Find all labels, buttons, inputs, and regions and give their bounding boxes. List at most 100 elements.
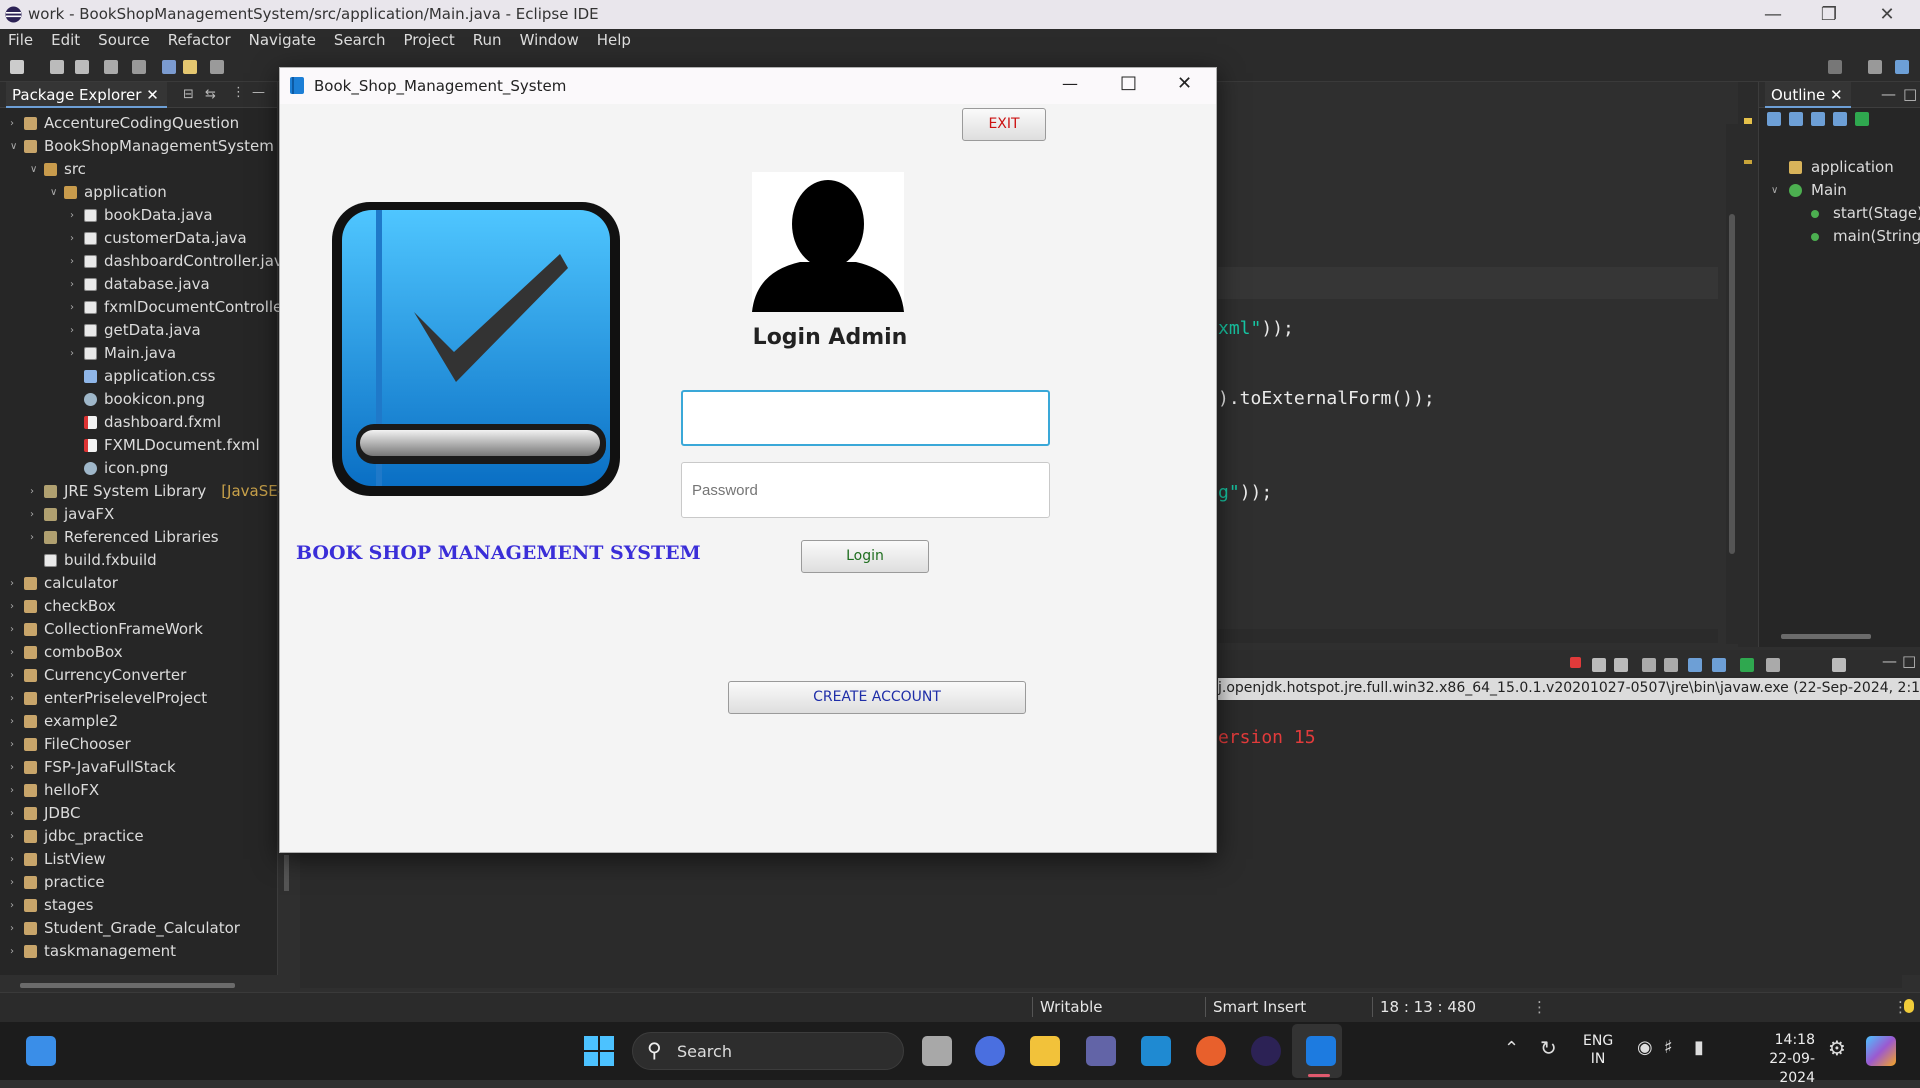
open-perspective-icon[interactable]	[1868, 60, 1882, 74]
show-stderr-icon[interactable]	[1712, 658, 1726, 672]
tree-item[interactable]: ∨ BookShopManagementSystem	[0, 135, 278, 158]
tree-item[interactable]: build.fxbuild	[0, 549, 278, 572]
tree-item[interactable]: › calculator	[0, 572, 278, 595]
tree-item[interactable]: › javaFX	[0, 503, 278, 526]
console-output-area[interactable]	[300, 850, 1218, 975]
volume-icon[interactable]: ♯	[1664, 1037, 1673, 1058]
horizontal-scrollbar[interactable]	[1781, 634, 1871, 639]
display-console-icon[interactable]	[1766, 658, 1780, 672]
tree-item[interactable]: bookicon.png	[0, 388, 278, 411]
minimize-view-icon[interactable]: —	[252, 85, 265, 100]
tree-item[interactable]: › CollectionFrameWork	[0, 618, 278, 641]
notification-icon[interactable]: ⚙	[1828, 1036, 1846, 1060]
restore-button[interactable]: ❐	[1800, 0, 1858, 29]
outline-item[interactable]: start(Stage) :	[1759, 202, 1920, 225]
tree-item[interactable]: › bookData.java	[0, 204, 278, 227]
username-input[interactable]	[681, 390, 1050, 446]
chevron-right-icon[interactable]: ›	[10, 618, 14, 641]
chevron-right-icon[interactable]: ›	[10, 802, 14, 825]
menu-project[interactable]: Project	[395, 29, 464, 52]
menu-file[interactable]: File	[0, 29, 43, 52]
chevron-right-icon[interactable]: ›	[70, 319, 74, 342]
open-console-icon[interactable]	[1832, 658, 1846, 672]
menu-navigate[interactable]: Navigate	[241, 29, 326, 52]
chevron-right-icon[interactable]: ›	[10, 756, 14, 779]
tree-item[interactable]: › taskmanagement	[0, 940, 278, 963]
chevron-down-icon[interactable]: ∨	[10, 135, 17, 158]
hide-static-icon[interactable]	[1833, 112, 1847, 126]
tree-item[interactable]: › stages	[0, 894, 278, 917]
chevron-right-icon[interactable]: ›	[30, 526, 34, 549]
build-icon[interactable]	[132, 60, 146, 74]
view-menu-icon[interactable]: ⋮	[232, 85, 245, 100]
outline-item[interactable]: application	[1759, 156, 1920, 179]
chevron-right-icon[interactable]: ›	[70, 227, 74, 250]
outline-item[interactable]: ∨ Main	[1759, 179, 1920, 202]
pin-console-icon[interactable]	[1740, 658, 1754, 672]
network-icon[interactable]: ◉	[1637, 1037, 1653, 1058]
hide-nonpublic-icon[interactable]	[1855, 112, 1869, 126]
chevron-right-icon[interactable]: ›	[10, 641, 14, 664]
menu-refactor[interactable]: Refactor	[160, 29, 241, 52]
tree-item[interactable]: ∨ src	[0, 158, 278, 181]
minimize-view-icon[interactable]: —	[1882, 652, 1897, 670]
save-icon[interactable]	[50, 60, 64, 74]
tab-package-explorer[interactable]: Package Explorer ✕	[6, 82, 167, 108]
menu-window[interactable]: Window	[512, 29, 589, 52]
tree-item[interactable]: › getData.java	[0, 319, 278, 342]
console-vertical-scrollbar[interactable]	[1904, 702, 1920, 972]
dialog-maximize-button[interactable]: □	[1120, 72, 1137, 93]
remove-all-icon[interactable]	[1614, 658, 1628, 672]
chevron-down-icon[interactable]: ∨	[30, 158, 37, 181]
scroll-thumb[interactable]	[1729, 214, 1735, 554]
toggle-mark-icon[interactable]	[162, 60, 176, 74]
file-explorer-icon[interactable]	[1030, 1036, 1060, 1066]
chevron-right-icon[interactable]: ›	[70, 250, 74, 273]
dialog-minimize-button[interactable]: —	[1062, 74, 1078, 93]
collapse-all-icon[interactable]: ⊟	[183, 87, 194, 102]
chevron-right-icon[interactable]: ›	[10, 112, 14, 135]
chevron-right-icon[interactable]: ›	[10, 825, 14, 848]
maximize-view-icon[interactable]: □	[1902, 652, 1916, 670]
tree-item[interactable]: › example2	[0, 710, 278, 733]
menu-edit[interactable]: Edit	[43, 29, 90, 52]
tree-item[interactable]: ∨ application	[0, 181, 278, 204]
chevron-right-icon[interactable]: ›	[10, 687, 14, 710]
password-input[interactable]	[681, 462, 1050, 518]
sort-icon[interactable]	[1789, 112, 1803, 126]
horizontal-scrollbar[interactable]	[20, 983, 235, 988]
tree-item[interactable]: › fxmlDocumentController.j	[0, 296, 296, 319]
tree-item[interactable]: › Referenced Libraries	[0, 526, 278, 549]
tree-item[interactable]: › jdbc_practice	[0, 825, 278, 848]
copilot-icon[interactable]	[975, 1036, 1005, 1066]
tree-item[interactable]: application.css	[0, 365, 278, 388]
remove-launch-icon[interactable]	[1592, 658, 1606, 672]
teams-icon[interactable]	[1086, 1036, 1116, 1066]
tree-item[interactable]: › Main.java	[0, 342, 278, 365]
chevron-right-icon[interactable]: ›	[70, 296, 74, 319]
scroll-lock-icon[interactable]	[1642, 658, 1656, 672]
chevron-right-icon[interactable]: ›	[70, 204, 74, 227]
collapse-all-icon[interactable]	[1767, 112, 1781, 126]
minimize-view-icon[interactable]: —	[1881, 85, 1896, 103]
java-perspective-icon[interactable]	[1895, 60, 1909, 74]
javafx-app-icon[interactable]	[1306, 1036, 1336, 1066]
close-button[interactable]: ✕	[1858, 0, 1916, 29]
eclipse-taskbar-icon[interactable]	[1251, 1036, 1281, 1066]
menu-source[interactable]: Source	[90, 29, 160, 52]
exit-button[interactable]: EXIT	[962, 108, 1046, 141]
dialog-close-button[interactable]: ✕	[1177, 73, 1192, 94]
chevron-right-icon[interactable]: ›	[10, 848, 14, 871]
chevron-right-icon[interactable]: ›	[10, 940, 14, 963]
menu-search[interactable]: Search	[326, 29, 396, 52]
tree-item[interactable]: › comboBox	[0, 641, 278, 664]
chevron-right-icon[interactable]: ›	[10, 595, 14, 618]
terminal-icon[interactable]	[104, 60, 118, 74]
language-indicator[interactable]: ENG IN	[1583, 1032, 1613, 1068]
tree-item[interactable]: › Student_Grade_Calculator	[0, 917, 278, 940]
tab-outline[interactable]: Outline ✕	[1765, 82, 1851, 108]
tip-bulb-icon[interactable]	[1904, 999, 1914, 1013]
editor-vertical-scrollbar[interactable]	[1726, 124, 1738, 644]
chevron-right-icon[interactable]: ›	[70, 342, 74, 365]
highlight-icon[interactable]	[183, 60, 197, 74]
